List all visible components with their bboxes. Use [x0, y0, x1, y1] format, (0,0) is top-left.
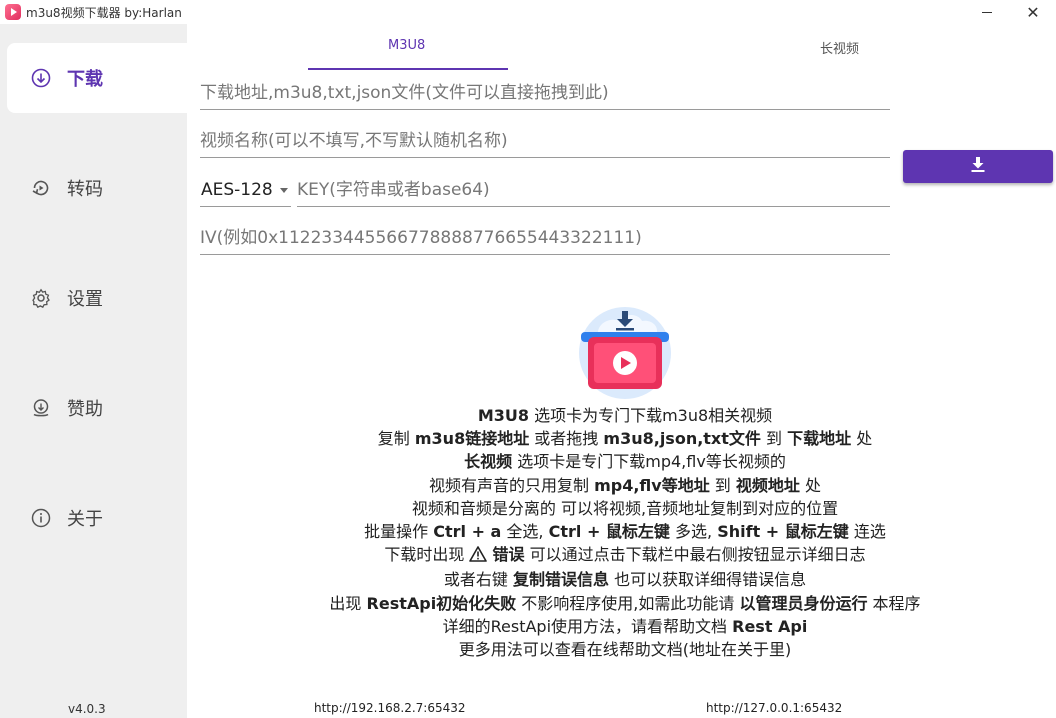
help-text-run: 处 [799, 475, 822, 495]
iv-input[interactable]: IV(例如0x112233445566778888776655443322111… [200, 220, 890, 255]
info-icon [31, 508, 51, 528]
key-input[interactable]: KEY(字符串或者base64) [297, 172, 890, 207]
download-url-placeholder: 下载地址,m3u8,txt,json文件(文件可以直接拖拽到此) [200, 83, 609, 103]
minimize-button[interactable] [964, 0, 1010, 24]
sidebar: 下载 转码 设置 赞助 关于 v4.0.3 [0, 24, 187, 718]
help-line: 长视频 选项卡是专门下载mp4,flv等长视频的 [200, 450, 1050, 473]
help-text-run: 本程序 [867, 593, 921, 613]
help-text-run: 出现 [329, 593, 367, 613]
sidebar-item-label: 设置 [67, 289, 103, 310]
help-text-run: 或者右键 [443, 570, 513, 590]
download-circle-icon [31, 68, 51, 88]
window-title: m3u8视频下载器 by:Harlan [26, 6, 182, 20]
help-line: 出现 RestApi初始化失败 不影响程序使用,如需此功能请 以管理员身份运行 … [200, 592, 1050, 615]
help-text-run: 全选, [501, 522, 549, 542]
help-line: 下载时出现 错误 可以通过点击下载栏中最右侧按钮显示详细日志 [200, 543, 1050, 568]
help-bold: 下载地址 [787, 429, 852, 449]
video-download-illustration-icon [576, 307, 674, 399]
help-text-run: 下载时出现 [384, 545, 470, 565]
help-line: 视频和音频是分离的 可以将视频,音频地址复制到对应的位置 [200, 497, 1050, 520]
cipher-select[interactable]: AES-128 [200, 172, 291, 207]
minimize-icon [982, 11, 992, 13]
sidebar-item-convert[interactable]: 转码 [7, 153, 187, 223]
rest-api-address-lan[interactable]: http://192.168.2.7:65432 [314, 701, 466, 715]
help-bold: mp4,flv等地址 [594, 475, 710, 495]
sidebar-item-label: 转码 [67, 179, 103, 200]
cipher-selected-value: AES-128 [201, 180, 273, 200]
title-bar: m3u8视频下载器 by:Harlan ✕ [0, 0, 1056, 24]
sponsor-icon [31, 398, 51, 418]
help-text-run: 连选 [848, 522, 886, 542]
sidebar-item-about[interactable]: 关于 [7, 483, 187, 553]
help-text-run: 多选, [669, 522, 718, 542]
caret-down-icon [280, 188, 288, 193]
help-line: 视频有声音的只用复制 mp4,flv等地址 到 视频地址 处 [200, 474, 1050, 497]
help-line: 详细的RestApi使用方法，请看帮助文档 Rest Api [200, 615, 1050, 638]
rest-api-address-loopback[interactable]: http://127.0.0.1:65432 [706, 701, 842, 715]
help-bold: m3u8,json,txt文件 [603, 429, 761, 449]
sidebar-item-label: 下载 [67, 69, 103, 90]
sidebar-item-label: 关于 [67, 509, 103, 530]
download-icon [971, 157, 985, 176]
sidebar-item-label: 赞助 [67, 399, 103, 420]
app-window: m3u8视频下载器 by:Harlan ✕ 下载 转码 设置 赞助 关于 v4.… [0, 0, 1056, 718]
help-bold: m3u8链接地址 [414, 429, 530, 449]
help-bold: 长视频 [464, 452, 513, 472]
active-tab-indicator [308, 68, 508, 70]
help-text-run: 也可以获取详细得错误信息 [609, 570, 807, 590]
help-text-run: 更多用法可以查看在线帮助文档(地址在关于里) [458, 640, 792, 660]
video-name-placeholder: 视频名称(可以不填写,不写默认随机名称) [200, 131, 508, 151]
help-bold: Rest Api [732, 616, 808, 636]
gear-icon [31, 288, 51, 308]
help-text-run: 详细的RestApi使用方法，请看帮助文档 [442, 616, 733, 636]
download-button[interactable] [903, 150, 1053, 183]
help-bold: 以管理员身份运行 [739, 593, 868, 613]
warning-icon [469, 545, 488, 568]
close-button[interactable]: ✕ [1010, 0, 1056, 24]
app-logo-icon [5, 4, 21, 20]
help-line: 复制 m3u8链接地址 或者拖拽 m3u8,json,txt文件 到 下载地址 … [200, 427, 1050, 450]
help-line: M3U8 选项卡为专门下载m3u8相关视频 [200, 404, 1050, 427]
help-bold: 视频地址 [735, 475, 800, 495]
sidebar-item-download[interactable]: 下载 [7, 43, 187, 113]
help-line: 更多用法可以查看在线帮助文档(地址在关于里) [200, 638, 1050, 661]
help-text-run: 选项卡为专门下载m3u8相关视频 [529, 406, 773, 425]
help-bold: Shift + 鼠标左键 [717, 522, 849, 542]
download-url-input[interactable]: 下载地址,m3u8,txt,json文件(文件可以直接拖拽到此) [200, 75, 890, 110]
help-text-run: 视频和音频是分离的 可以将视频,音频地址复制到对应的位置 [411, 498, 839, 518]
help-text-run: 批量操作 [364, 522, 434, 542]
close-icon: ✕ [1026, 2, 1040, 22]
help-line: 批量操作 Ctrl + a 全选, Ctrl + 鼠标左键 多选, Shift … [200, 520, 1050, 543]
help-line: 或者右键 复制错误信息 也可以获取详细得错误信息 [200, 568, 1050, 591]
tab-long-video[interactable]: 长视频 [820, 38, 859, 57]
help-bold: M3U8 [477, 406, 529, 425]
help-text-run: 复制 [377, 429, 415, 449]
help-text-run: 可以通过点击下载栏中最右侧按钮显示详细日志 [524, 545, 866, 565]
help-bold: Ctrl + a [433, 522, 502, 542]
video-name-input[interactable]: 视频名称(可以不填写,不写默认随机名称) [200, 123, 890, 158]
help-text: M3U8 选项卡为专门下载m3u8相关视频 复制 m3u8链接地址 或者拖拽 m… [200, 404, 1050, 661]
tab-m3u8[interactable]: M3U8 [388, 38, 425, 53]
help-bold: RestApi初始化失败 [366, 593, 517, 613]
iv-placeholder: IV(例如0x112233445566778888776655443322111… [200, 228, 642, 248]
help-bold: 复制错误信息 [512, 570, 609, 590]
sidebar-item-sponsor[interactable]: 赞助 [7, 373, 187, 443]
help-text-run: 处 [851, 429, 873, 449]
help-bold: Ctrl + 鼠标左键 [548, 522, 670, 542]
key-placeholder: KEY(字符串或者base64) [297, 180, 490, 200]
help-bold: 错误 [492, 545, 525, 565]
help-text-run: 到 [709, 475, 736, 495]
convert-icon [31, 178, 51, 198]
help-text-run: 到 [760, 429, 788, 449]
help-text-run: 选项卡是专门下载mp4,flv等长视频的 [512, 452, 786, 472]
sidebar-item-settings[interactable]: 设置 [7, 263, 187, 333]
version-label: v4.0.3 [68, 702, 106, 716]
help-text-run: 或者拖拽 [529, 429, 604, 449]
help-text-run: 不影响程序使用,如需此功能请 [516, 593, 740, 613]
help-text-run: 视频有声音的只用复制 [428, 475, 595, 495]
